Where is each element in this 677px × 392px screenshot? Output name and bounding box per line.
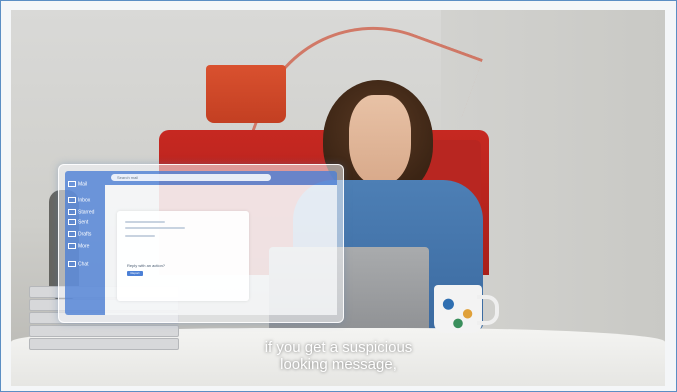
email-topbar: Search mail — [105, 171, 337, 185]
coffee-mug — [434, 285, 482, 333]
chat-icon — [68, 261, 76, 267]
lamp-shade — [206, 65, 286, 123]
draft-icon — [68, 231, 76, 237]
sidebar-item-drafts: Drafts — [68, 231, 91, 237]
sidebar-item-mail: Mail — [68, 181, 87, 187]
email-message-card: Reply with an action? Report — [117, 211, 249, 301]
sidebar-item-sent: Sent — [68, 219, 88, 225]
text-line — [125, 227, 185, 229]
email-client-overlay: Mail Inbox Starred Sent Drafts More Chat… — [58, 164, 344, 323]
report-button: Report — [127, 271, 143, 276]
send-icon — [68, 219, 76, 225]
subtitle-line-1: if you get a suspicious — [264, 339, 413, 356]
mail-icon — [68, 181, 76, 187]
mug-handle — [477, 295, 499, 325]
sidebar-item-starred: Starred — [68, 209, 94, 215]
search-input: Search mail — [111, 174, 271, 181]
sidebar-item-chat: Chat — [68, 261, 89, 267]
person-face — [349, 95, 411, 185]
sidebar-item-more: More — [68, 243, 89, 249]
inbox-icon — [68, 197, 76, 203]
sidebar-item-inbox: Inbox — [68, 197, 90, 203]
chevron-down-icon — [68, 243, 76, 249]
email-sidebar: Mail Inbox Starred Sent Drafts More Chat — [65, 171, 105, 315]
text-line — [125, 235, 155, 237]
email-reading-pane: Reply with an action? Report — [105, 185, 337, 315]
star-icon — [68, 209, 76, 215]
subtitle-line-2: looking message, — [280, 356, 397, 373]
text-line — [125, 221, 165, 223]
reply-question: Reply with an action? — [127, 263, 166, 268]
